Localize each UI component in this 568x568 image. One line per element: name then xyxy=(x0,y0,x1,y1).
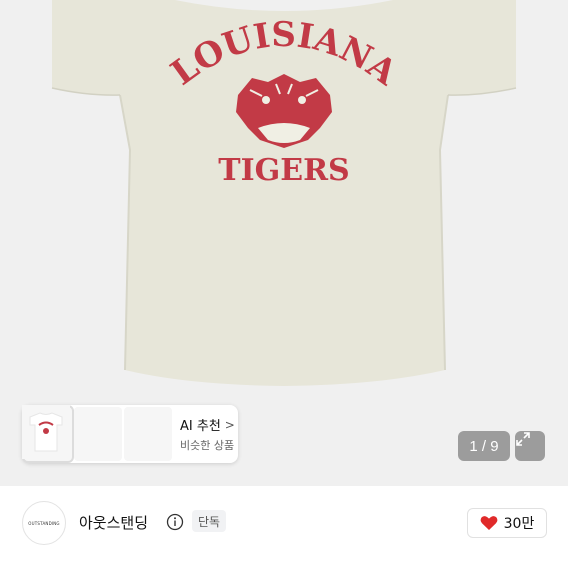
ai-recommend-card[interactable]: AI 추천 > 비슷한 상품 xyxy=(22,405,238,463)
shop-row: OUTSTANDING 아웃스탠딩 단독 30만 xyxy=(0,486,568,568)
shop-logo-text: OUTSTANDING xyxy=(28,520,60,526)
info-icon[interactable] xyxy=(166,513,184,531)
expand-button[interactable] xyxy=(515,431,545,461)
thumb-3[interactable] xyxy=(22,405,172,461)
ai-recommend-subtitle: 비슷한 상품 xyxy=(180,439,235,452)
shop-logo[interactable]: OUTSTANDING xyxy=(22,501,66,545)
expand-icon xyxy=(516,432,530,446)
print-bottom-text: TIGERS xyxy=(218,153,349,188)
chevron-right-icon: > xyxy=(224,417,235,432)
product-image[interactable]: LOUISIANA TIGERS AI 추천 > 비슷한 상품 1 / 9 xyxy=(0,0,568,486)
ai-recommend-text[interactable]: AI 추천 > 비슷한 상품 xyxy=(180,415,235,453)
heart-icon xyxy=(480,516,498,530)
exclusive-badge: 단독 xyxy=(192,510,227,532)
product-detail-page: LOUISIANA TIGERS AI 추천 > 비슷한 상품 1 / 9 OU… xyxy=(0,0,568,568)
shop-name[interactable]: 아웃스탠딩 xyxy=(79,512,148,533)
like-count: 30만 xyxy=(503,516,535,532)
thumb-2[interactable] xyxy=(22,405,122,461)
like-button[interactable]: 30만 xyxy=(467,508,547,538)
image-counter: 1 / 9 xyxy=(458,431,510,461)
ai-recommend-title-row[interactable]: AI 추천 > xyxy=(180,415,235,435)
ai-recommend-title: AI 추천 xyxy=(180,419,221,434)
